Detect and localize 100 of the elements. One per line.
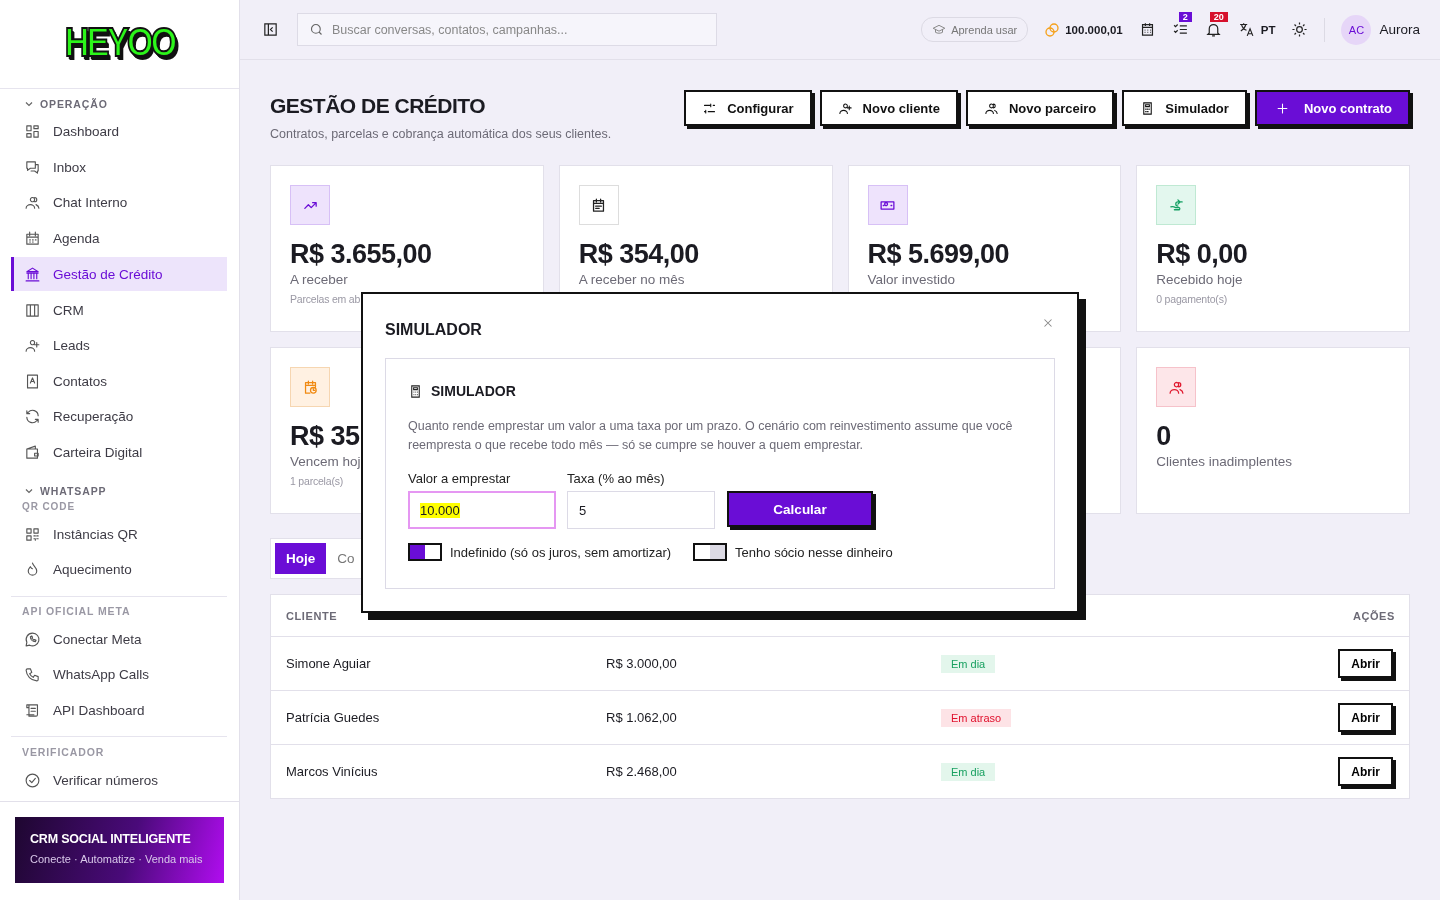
sidebar-item[interactable]: Dashboard bbox=[11, 114, 227, 150]
table-cell-text: Patrícia Guedes bbox=[286, 710, 381, 725]
sidebar-item[interactable]: Agenda bbox=[11, 220, 227, 257]
sidebar-item[interactable]: Inbox bbox=[11, 149, 227, 186]
stat-label: Vencem hoj bbox=[290, 454, 361, 469]
logo: HEYOO bbox=[64, 19, 175, 65]
count-badge: 20 bbox=[1209, 12, 1228, 22]
plus-icon bbox=[1274, 100, 1290, 116]
sidebar-item[interactable]: Aquecimento bbox=[11, 551, 227, 588]
promo-banner[interactable]: CRM SOCIAL INTELIGENTE Conecte · Automatize · Venda mais bbox=[15, 817, 224, 883]
search-field[interactable]: Buscar conversas, contatos, campanhas... bbox=[297, 13, 717, 46]
stat-value: R$ 354,00 bbox=[578, 239, 699, 269]
description: Quanto rende emprestar um valor a uma taxa por um prazo. O cenário com reinvestimento assume que você reempresta o que recebe todo mês — só se cumpre se houver a quem emprestar. bbox=[408, 418, 1014, 454]
calculate-button[interactable]: Calcular bbox=[727, 491, 873, 527]
stat-label: Clientes inadimplentes bbox=[1156, 454, 1293, 469]
stat-label: Valor investido bbox=[867, 272, 956, 287]
user-plus-icon bbox=[837, 100, 853, 116]
column-header: CLIENTE bbox=[286, 609, 338, 622]
action-button[interactable]: Novo parceiro bbox=[965, 90, 1115, 126]
open-button[interactable]: Abrir bbox=[1338, 703, 1393, 732]
sidebar-item[interactable]: Contatos bbox=[11, 363, 227, 400]
phone-icon bbox=[24, 666, 41, 684]
action-button[interactable]: Novo cliente bbox=[819, 90, 958, 126]
action-button[interactable]: Configurar bbox=[684, 90, 812, 126]
section-title: WHATSAPP bbox=[40, 484, 107, 497]
section-title: OPERAÇÃO bbox=[40, 97, 108, 110]
sidebar-item[interactable]: Carteira Digital bbox=[11, 434, 227, 471]
count-badge: 2 bbox=[1178, 12, 1192, 22]
sidebar-item[interactable]: WhatsApp Calls bbox=[11, 657, 227, 693]
table-cell-text: Simone Aguiar bbox=[286, 656, 372, 671]
credits-balance: 100.000,01 bbox=[1065, 23, 1123, 36]
status-badge: Em dia bbox=[941, 655, 996, 673]
stat-value: R$ 0,00 bbox=[1156, 239, 1248, 269]
sun-icon[interactable] bbox=[1291, 21, 1309, 38]
section-title: VERIFICADOR bbox=[22, 745, 105, 758]
tab[interactable]: Hoje bbox=[275, 543, 327, 574]
sidebar-item[interactable]: Conectar Meta bbox=[11, 621, 227, 658]
scroll-icon bbox=[24, 702, 41, 719]
page-subtitle: Contratos, parcelas e cobrança automática dos seus clientes. bbox=[270, 127, 612, 141]
promo-title: CRM SOCIAL INTELIGENTE bbox=[30, 832, 192, 846]
users-icon bbox=[24, 194, 41, 212]
sidebar-item[interactable]: Recuperação bbox=[11, 399, 227, 435]
chat-icon bbox=[24, 158, 41, 176]
input-field[interactable]: 5 bbox=[567, 491, 715, 529]
stat-note: 1 parcela(s) bbox=[290, 475, 344, 487]
learn-button[interactable]: Aprenda usar bbox=[921, 17, 1029, 42]
translate-icon bbox=[1237, 21, 1255, 38]
section-title: API OFICIAL META bbox=[22, 605, 131, 618]
open-button[interactable]: Abrir bbox=[1338, 649, 1393, 678]
status-badge: Em dia bbox=[941, 763, 996, 781]
sidebar-item[interactable]: API Dashboard bbox=[11, 692, 227, 729]
column-header: AÇÕES bbox=[1352, 609, 1395, 622]
table-cell-text: R$ 2.468,00 bbox=[606, 764, 678, 779]
users-icon bbox=[983, 100, 999, 116]
stat-label: Recebido hoje bbox=[1156, 272, 1243, 287]
calendar-icon bbox=[24, 230, 41, 248]
graduation-cap-icon bbox=[932, 22, 947, 37]
sidebar-item[interactable]: CRM bbox=[11, 292, 227, 328]
search-icon bbox=[309, 22, 324, 37]
page-title: GESTÃO DE CRÉDITO bbox=[270, 94, 487, 118]
action-button[interactable]: Novo contrato bbox=[1254, 90, 1410, 126]
stat-value: R$ 35 bbox=[290, 421, 360, 451]
sidebar-item[interactable]: Gestão de Crédito bbox=[11, 257, 227, 292]
toggle-label: Indefinido (só os juros, sem amortizar) bbox=[450, 544, 672, 560]
user-avatar[interactable]: AC bbox=[1341, 14, 1372, 45]
stat-value: R$ 5.699,00 bbox=[867, 239, 1010, 269]
stat-label: A receber no mês bbox=[578, 272, 685, 287]
panel-title: SIMULADOR bbox=[431, 383, 516, 399]
bank-icon bbox=[24, 265, 41, 283]
table-cell-text: Marcos Vinícius bbox=[286, 764, 379, 779]
field-label: Valor a emprestar bbox=[408, 471, 512, 486]
sidebar-item[interactable]: Instâncias QR bbox=[11, 516, 227, 552]
toggle-label: Tenho sócio nesse dinheiro bbox=[735, 544, 893, 560]
stat-note: 0 pagamento(s) bbox=[1156, 293, 1227, 305]
refresh-icon bbox=[24, 408, 41, 426]
stat-value: R$ 3.655,00 bbox=[290, 239, 432, 269]
language-button[interactable]: PT bbox=[1237, 21, 1276, 38]
sidebar-item[interactable]: Chat Interno bbox=[11, 185, 227, 221]
field-label: Taxa (% ao mês) bbox=[567, 471, 666, 486]
sidebar-item[interactable]: Leads bbox=[11, 327, 227, 364]
sidebar-toggle-icon[interactable] bbox=[262, 21, 279, 38]
stat-value: 0 bbox=[1156, 421, 1171, 451]
open-button[interactable]: Abrir bbox=[1338, 757, 1393, 786]
sidebar-item[interactable]: Verificar números bbox=[11, 762, 227, 798]
promo-subtitle: Conecte · Automatize · Venda mais bbox=[30, 853, 204, 865]
stat-label: A receber bbox=[290, 272, 348, 287]
dialog-title: SIMULADOR bbox=[385, 321, 482, 339]
columns-icon bbox=[24, 301, 41, 319]
action-button[interactable]: Simulador bbox=[1122, 90, 1247, 126]
toggle-switch[interactable] bbox=[693, 543, 728, 561]
whatsapp-icon bbox=[24, 630, 41, 648]
user-plus-icon bbox=[24, 337, 41, 355]
contact-book-icon bbox=[24, 372, 41, 390]
bell-icon[interactable] bbox=[1204, 21, 1222, 38]
coins-icon bbox=[1044, 21, 1061, 38]
toggle-switch[interactable] bbox=[408, 543, 442, 561]
section-subtitle: QR CODE bbox=[21, 501, 76, 513]
tab[interactable]: Co bbox=[326, 543, 366, 574]
wallet-icon bbox=[24, 444, 41, 462]
input-field[interactable]: 10.000 bbox=[408, 491, 556, 529]
